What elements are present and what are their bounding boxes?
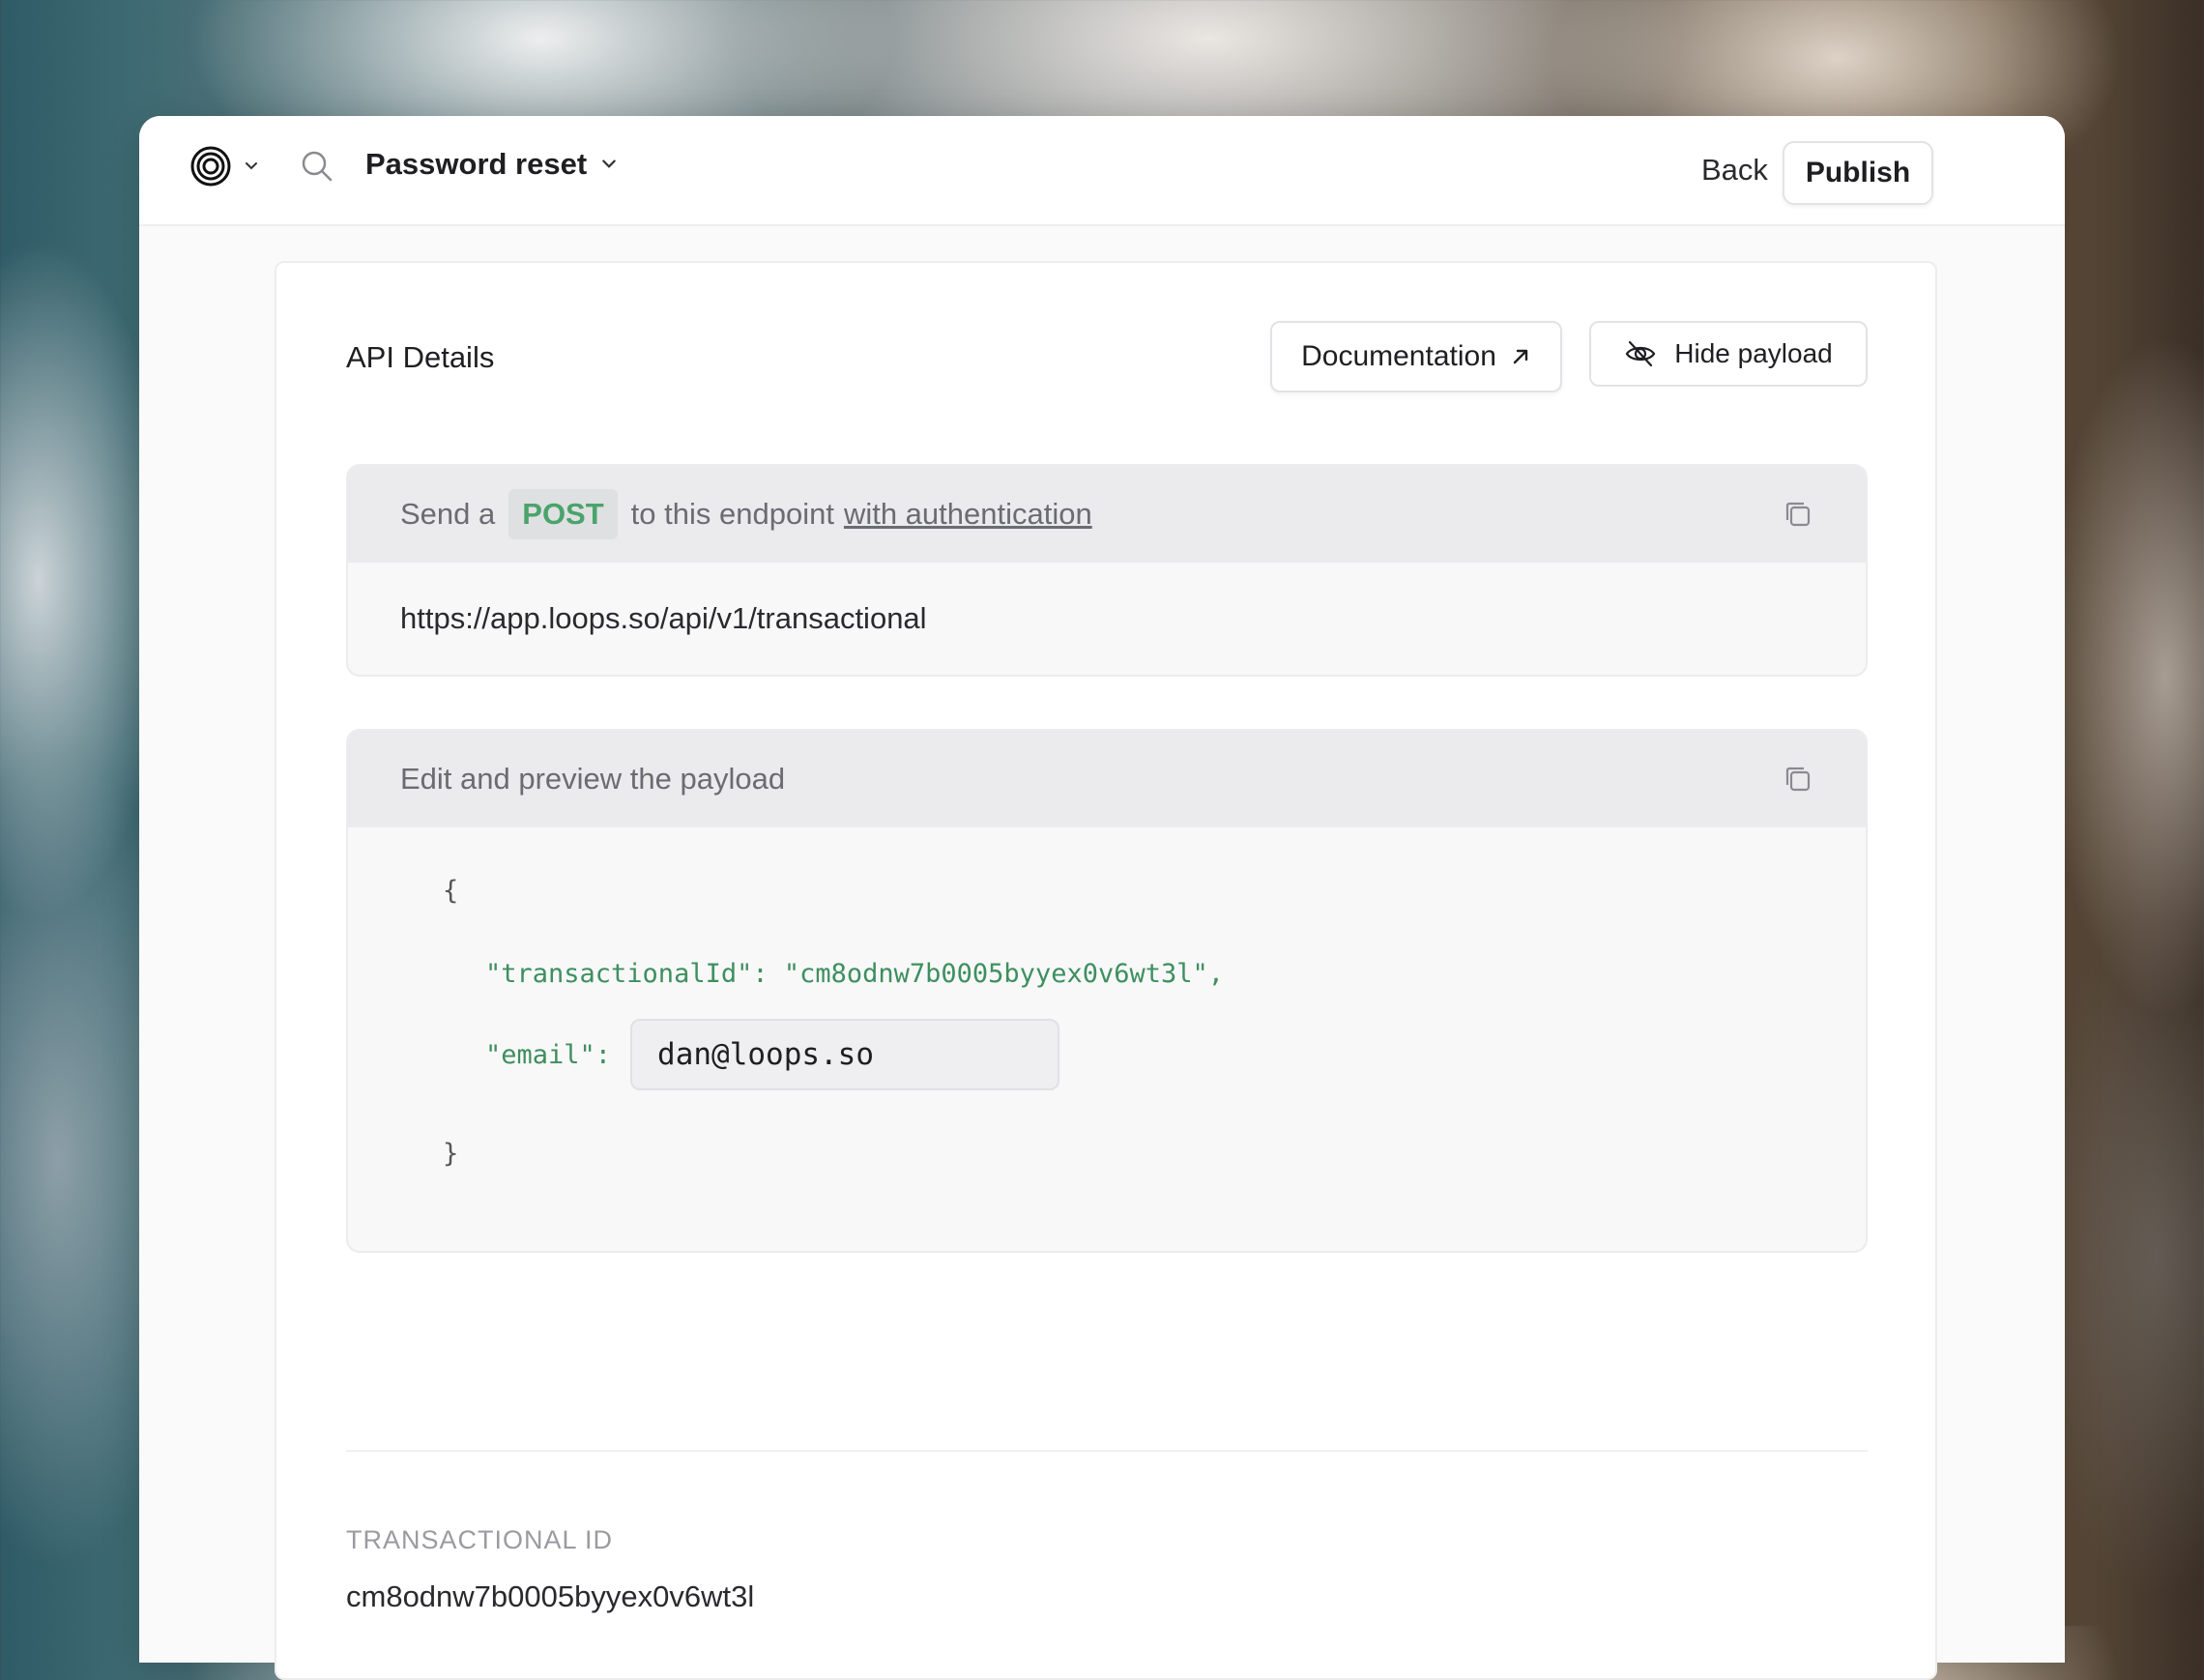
- hide-payload-label: Hide payload: [1674, 338, 1833, 368]
- email-line: "email":: [485, 1019, 1060, 1090]
- endpoint-prefix: Send a: [400, 497, 496, 531]
- endpoint-panel: Send a POST to this endpoint with authen…: [346, 464, 1868, 677]
- page-title-dropdown[interactable]: Password reset: [365, 147, 618, 182]
- section-divider: [346, 1450, 1868, 1452]
- arrow-up-right-icon: [1513, 349, 1528, 364]
- transactional-id-line: "transactionalId": "cm8odnw7b0005byyex0v…: [485, 959, 1224, 989]
- back-button[interactable]: Back: [1690, 139, 1780, 201]
- documentation-button[interactable]: Documentation: [1270, 321, 1562, 392]
- method-badge: POST: [508, 489, 618, 539]
- eye-off-icon: [1625, 340, 1656, 367]
- page-title: Password reset: [365, 147, 588, 181]
- close-brace: }: [443, 1139, 459, 1169]
- publish-button[interactable]: Publish: [1783, 141, 1933, 205]
- loops-rings-icon[interactable]: [189, 145, 232, 188]
- hide-payload-button[interactable]: Hide payload: [1589, 321, 1868, 387]
- open-brace: {: [443, 876, 459, 906]
- payload-panel-header: Edit and preview the payload: [348, 731, 1866, 827]
- endpoint-panel-header: Send a POST to this endpoint with authen…: [348, 466, 1866, 563]
- email-input[interactable]: [630, 1019, 1060, 1090]
- payload-title: Edit and preview the payload: [400, 762, 786, 796]
- chevron-down-icon: [602, 159, 616, 168]
- payload-panel: Edit and preview the payload { "transact…: [346, 729, 1868, 1253]
- top-bar: Password reset Back Publish: [139, 116, 2065, 226]
- authentication-link[interactable]: with authentication: [844, 497, 1092, 532]
- transactional-id-code: "transactionalId": "cm8odnw7b0005byyex0v…: [485, 959, 1225, 989]
- api-details-card: API Details Documentation Hide payload S…: [275, 261, 1937, 1680]
- transactional-id-label: TRANSACTIONAL ID: [346, 1525, 614, 1554]
- payload-code: { "transactionalId": "cm8odnw7b0005byyex…: [348, 827, 1866, 1251]
- transactional-id-value: cm8odnw7b0005byyex0v6wt3l: [346, 1579, 755, 1613]
- documentation-label: Documentation: [1301, 340, 1496, 372]
- email-key: "email":: [485, 1039, 612, 1070]
- copy-icon[interactable]: [1783, 499, 1813, 530]
- section-title: API Details: [346, 340, 495, 374]
- chevron-down-icon[interactable]: [244, 159, 259, 174]
- search-icon[interactable]: [300, 149, 334, 184]
- endpoint-url: https://app.loops.so/api/v1/transactiona…: [400, 601, 927, 635]
- copy-icon[interactable]: [1783, 764, 1813, 795]
- endpoint-middle-text: to this endpoint: [630, 497, 834, 531]
- app-window: Password reset Back Publish API Details …: [139, 116, 2065, 1680]
